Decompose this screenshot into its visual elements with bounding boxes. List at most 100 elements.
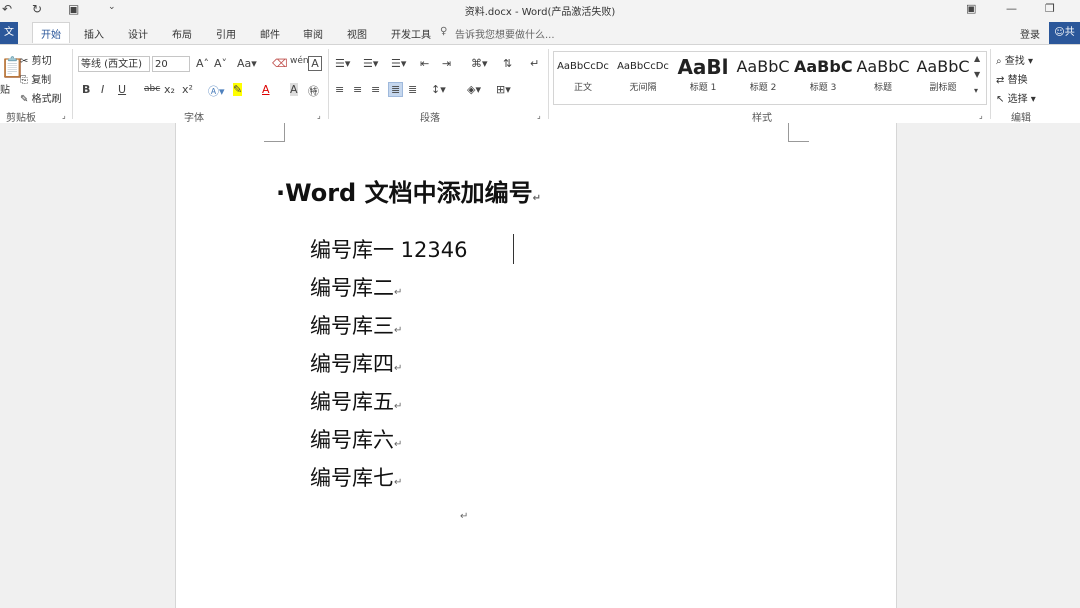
dialog-launcher-icon[interactable]: ⌟ (62, 111, 66, 120)
ribbon-display-icon[interactable]: ▣ (966, 2, 976, 15)
shrink-font-icon[interactable]: A˅ (214, 57, 227, 70)
show-marks-icon[interactable]: ↵ (530, 57, 539, 70)
separator (548, 49, 549, 119)
select-button[interactable]: ↖ 选择 ▾ (996, 90, 1036, 105)
paragraph-mark: ↵ (394, 477, 403, 488)
clear-format-icon[interactable]: ⌫ (272, 57, 288, 70)
style-name: 正文 (573, 83, 592, 93)
chinese-layout-icon[interactable]: ⌘▾ (471, 57, 488, 70)
more-styles-icon[interactable]: ▾ (974, 86, 978, 95)
grow-font-icon[interactable]: A˄ (196, 57, 209, 70)
subscript-button[interactable]: x₂ (164, 83, 175, 96)
find-button[interactable]: ⌕ 查找 ▾ (996, 52, 1033, 67)
scroll-down-icon[interactable]: ▼ (974, 70, 980, 79)
scroll-up-icon[interactable]: ▲ (974, 54, 980, 63)
align-center-icon[interactable]: ≡ (353, 83, 362, 96)
minimize-icon[interactable]: — (1006, 2, 1017, 15)
ribbon-tabs: 文件 开始 插入 设计 布局 引用 邮件 审阅 视图 开发工具 ♀ 告诉我您想要… (0, 22, 1080, 60)
tab-view[interactable]: 视图 (347, 26, 367, 41)
style-title[interactable]: AaBbC 标题 (854, 54, 912, 100)
list-item-text: 编号库二 (310, 276, 394, 300)
style-normal[interactable]: AaBbCcDc 正文 (554, 54, 612, 100)
sort-icon[interactable]: ⇅ (503, 57, 512, 70)
font-color-icon[interactable]: A (262, 83, 270, 96)
decrease-indent-icon[interactable]: ⇤ (420, 57, 429, 70)
tab-home[interactable]: 开始 (32, 22, 70, 43)
numbering-icon[interactable]: ☰▾ (363, 57, 378, 70)
style-no-spacing[interactable]: AaBbCcDc 无间隔 (614, 54, 672, 100)
list-item: 编号库二↵ (310, 272, 402, 302)
font-size-dropdown[interactable]: 20 (152, 56, 190, 72)
bold-button[interactable]: B (82, 83, 90, 96)
align-right-icon[interactable]: ≡ (371, 83, 380, 96)
brush-icon: ✎ (20, 94, 29, 105)
cut-button[interactable]: ✂ 剪切 (20, 52, 52, 67)
list-item-text: 编号库七 (310, 466, 394, 490)
list-item: 编号库三↵ (310, 310, 402, 340)
highlight-icon[interactable]: ✎ (233, 83, 243, 96)
tab-insert[interactable]: 插入 (84, 26, 104, 41)
strikethrough-button[interactable]: abc (144, 84, 160, 94)
tell-me-search[interactable]: 告诉我您想要做什么... (455, 26, 555, 41)
copy-button[interactable]: ⎘ 复制 (20, 71, 51, 86)
dialog-launcher-icon[interactable]: ⌟ (979, 111, 983, 120)
paragraph-mark: ↵ (394, 363, 403, 374)
login-link[interactable]: 登录 (1020, 26, 1040, 41)
superscript-button[interactable]: x² (182, 83, 193, 96)
paragraph-mark: ↵ (394, 287, 403, 298)
change-case-icon[interactable]: Aa▾ (237, 57, 257, 70)
tab-review[interactable]: 审阅 (303, 26, 323, 41)
style-name: 标题 1 (689, 83, 717, 93)
style-preview: AaBbC (916, 57, 970, 76)
multilevel-list-icon[interactable]: ☰▾ (391, 57, 406, 70)
document-area: ·Word 文档中添加编号↵ 编号库一 12346 编号库二↵ 编号库三↵ 编号… (0, 123, 1080, 608)
list-item-text: 编号库五 (310, 390, 394, 414)
borders-icon[interactable]: ⊞▾ (496, 83, 511, 96)
character-shading-icon[interactable]: A (290, 83, 298, 96)
phonetic-guide-icon[interactable]: wén (290, 56, 309, 66)
style-heading-3[interactable]: AaBbC 标题 3 (794, 54, 852, 100)
replace-label: 替换 (1007, 75, 1028, 86)
dialog-launcher-icon[interactable]: ⌟ (317, 111, 321, 120)
format-painter-button[interactable]: ✎ 格式刷 (20, 90, 62, 105)
paste-button[interactable]: 贴 (0, 81, 10, 96)
font-name-dropdown[interactable]: 等线 (西文正) (78, 56, 150, 72)
list-item-text: 编号库一 12346 (310, 238, 468, 262)
select-label: 选择 (1007, 94, 1028, 105)
justify-icon[interactable]: ≣ (388, 82, 404, 97)
tab-design[interactable]: 设计 (128, 26, 148, 41)
tab-layout[interactable]: 布局 (172, 26, 192, 41)
underline-button[interactable]: U (118, 83, 126, 96)
tab-references[interactable]: 引用 (216, 26, 236, 41)
styles-group-label: 样式 (752, 113, 772, 124)
restore-icon[interactable]: ❐ (1045, 2, 1055, 15)
shading-icon[interactable]: ◈▾ (467, 83, 481, 96)
copy-icon: ⎘ (20, 75, 28, 86)
distributed-icon[interactable]: ≣ (408, 83, 417, 96)
text-effects-icon[interactable]: Ⓐ▾ (208, 83, 225, 99)
style-preview: AaBbC (856, 57, 910, 76)
heading-text: ·Word 文档中添加编号 (276, 179, 533, 207)
share-button[interactable]: ☺共 (1049, 22, 1080, 44)
tab-mailings[interactable]: 邮件 (260, 26, 280, 41)
character-border-icon[interactable]: A (308, 56, 322, 71)
list-item-text: 编号库六 (310, 428, 394, 452)
italic-button[interactable]: I (101, 83, 104, 96)
copy-label: 复制 (31, 75, 52, 86)
align-left-icon[interactable]: ≡ (335, 83, 344, 96)
tab-developer[interactable]: 开发工具 (391, 26, 431, 41)
enclose-characters-icon[interactable]: ㊕ (308, 83, 319, 99)
increase-indent-icon[interactable]: ⇥ (442, 57, 451, 70)
tab-file[interactable]: 文件 (0, 22, 18, 60)
style-heading-2[interactable]: AaBbC 标题 2 (734, 54, 792, 100)
window-title: 资料.docx - Word(产品激活失败) (464, 7, 616, 18)
replace-button[interactable]: ⇄ 替换 (996, 71, 1028, 86)
line-spacing-icon[interactable]: ↕▾ (431, 83, 446, 96)
list-item-text: 编号库三 (310, 314, 394, 338)
dialog-launcher-icon[interactable]: ⌟ (537, 111, 541, 120)
style-heading-1[interactable]: AaBl 标题 1 (674, 54, 732, 100)
document-page[interactable]: ·Word 文档中添加编号↵ 编号库一 12346 编号库二↵ 编号库三↵ 编号… (175, 123, 897, 608)
bullets-icon[interactable]: ☰▾ (335, 57, 350, 70)
style-subtitle[interactable]: AaBbC 副标题 (914, 54, 972, 100)
format-painter-label: 格式刷 (31, 94, 62, 105)
